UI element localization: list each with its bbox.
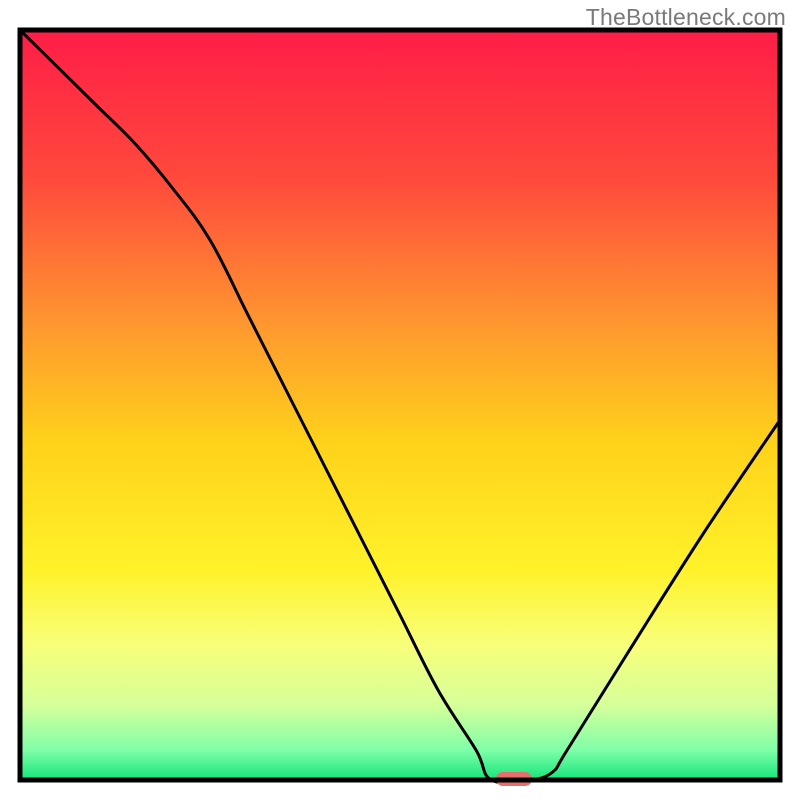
chart-stage: TheBottleneck.com	[0, 0, 800, 800]
bottleneck-chart	[0, 0, 800, 800]
watermark-text: TheBottleneck.com	[586, 4, 786, 31]
